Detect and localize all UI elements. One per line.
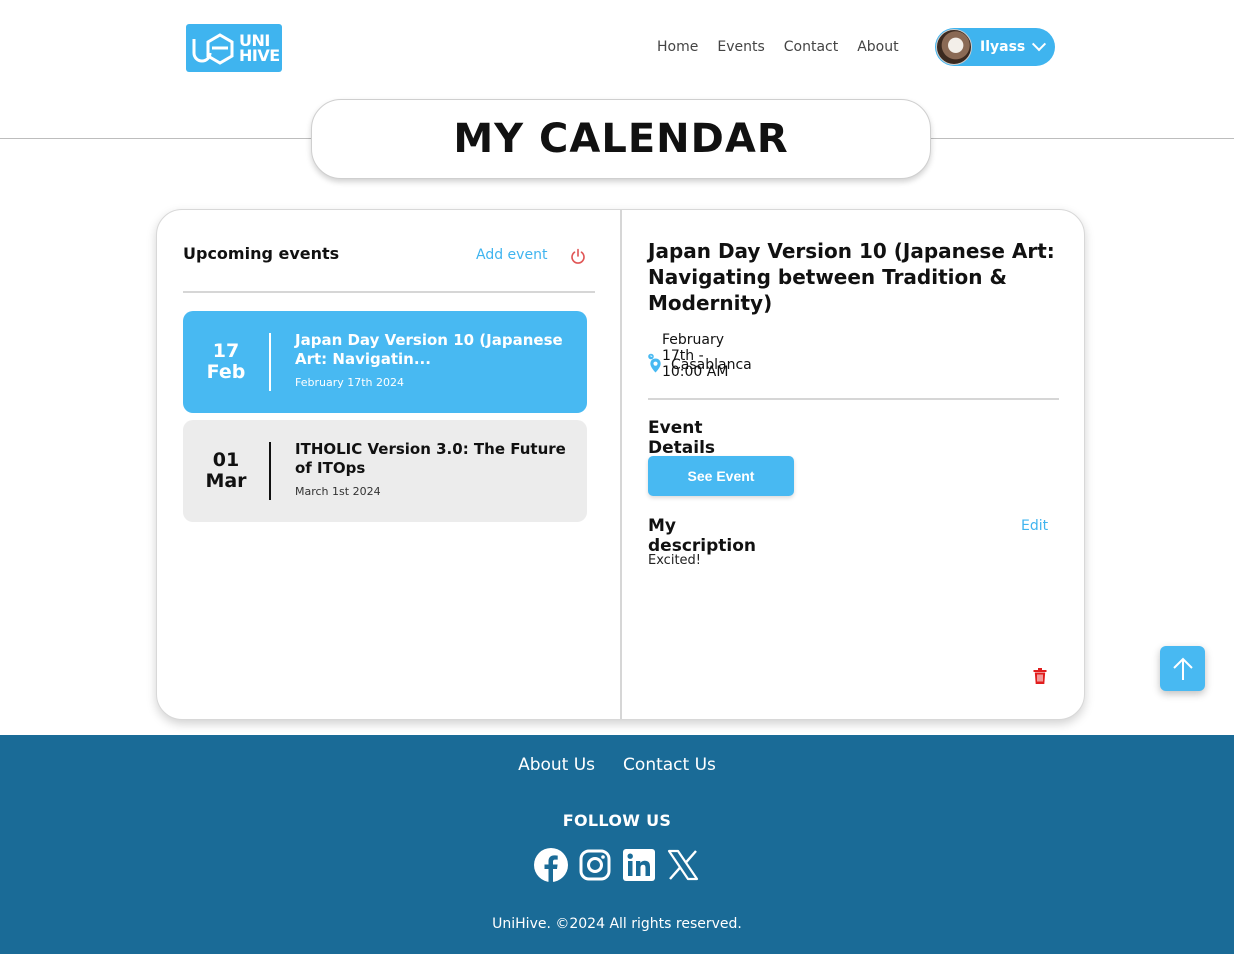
page-title: MY CALENDAR xyxy=(453,116,789,162)
description-text: Excited! xyxy=(648,553,701,568)
linkedin-icon[interactable] xyxy=(621,847,657,883)
avatar xyxy=(936,29,972,65)
left-separator xyxy=(183,291,595,293)
edit-description-link[interactable]: Edit xyxy=(1021,518,1048,534)
user-menu-button[interactable]: Ilyass xyxy=(935,28,1055,66)
x-icon[interactable] xyxy=(665,847,701,883)
event-full-date: February 17th 2024 xyxy=(295,376,405,389)
event-list-item[interactable]: 01 Mar ITHOLIC Version 3.0: The Future o… xyxy=(183,420,587,522)
event-details-heading: Event Details xyxy=(648,418,716,458)
facebook-icon[interactable] xyxy=(533,847,569,883)
instagram-icon[interactable] xyxy=(577,847,613,883)
event-date: 17 Feb xyxy=(183,311,269,413)
footer-contact-us[interactable]: Contact Us xyxy=(623,755,716,775)
location-pin-icon xyxy=(650,357,661,373)
copyright-text: UniHive. ©2024 All rights reserved. xyxy=(492,916,742,932)
event-title: Japan Day Version 10 (Japanese Art: Navi… xyxy=(295,331,563,368)
event-location: Casablanca xyxy=(671,357,752,373)
nav-home[interactable]: Home xyxy=(657,39,698,55)
arrow-up-icon xyxy=(1172,657,1193,680)
event-full-date: March 1st 2024 xyxy=(295,485,381,498)
scroll-to-top-button[interactable] xyxy=(1160,646,1205,691)
page: UNI HIVE Home Events Contact About Ilyas… xyxy=(0,0,1234,954)
nav-contact[interactable]: Contact xyxy=(784,39,838,55)
chevron-down-icon xyxy=(1032,37,1047,52)
logo-text-hive: HIVE xyxy=(239,46,280,65)
footer: About Us Contact Us FOLLOW US UniHive. ©… xyxy=(0,735,1234,954)
power-icon[interactable] xyxy=(570,248,586,264)
follow-us-label: FOLLOW US xyxy=(562,811,672,830)
upcoming-events-heading: Upcoming events xyxy=(183,244,340,263)
user-name: Ilyass xyxy=(980,39,1026,55)
detail-separator xyxy=(648,398,1059,400)
footer-about-us[interactable]: About Us xyxy=(518,755,595,775)
event-day: 17 xyxy=(212,340,240,362)
calendar-card: Upcoming events Add event 17 Feb Japan D… xyxy=(156,209,1085,720)
page-title-box: MY CALENDAR xyxy=(311,99,931,179)
nav-about[interactable]: About xyxy=(857,39,898,55)
event-date-divider xyxy=(269,333,271,391)
footer-links: About Us Contact Us xyxy=(0,755,1234,775)
event-month: Feb xyxy=(206,361,246,383)
nav-events[interactable]: Events xyxy=(717,39,764,55)
event-date: 01 Mar xyxy=(183,420,269,522)
event-list-item[interactable]: 17 Feb Japan Day Version 10 (Japanese Ar… xyxy=(183,311,587,413)
main-nav: Home Events Contact About xyxy=(657,28,918,66)
add-event-link[interactable]: Add event xyxy=(476,247,547,263)
event-month: Mar xyxy=(205,470,247,492)
event-detail-title: Japan Day Version 10 (Japanese Art: Navi… xyxy=(648,239,1055,315)
event-title: ITHOLIC Version 3.0: The Future of ITOps xyxy=(295,440,566,477)
event-day: 01 xyxy=(212,449,240,471)
unihive-logo[interactable]: UNI HIVE xyxy=(186,24,282,72)
see-event-button[interactable]: See Event xyxy=(648,456,794,496)
hive-logo-icon xyxy=(192,33,234,65)
social-links xyxy=(0,847,1234,883)
event-date-divider xyxy=(269,442,271,500)
event-location-row: Casablanca xyxy=(648,357,752,373)
trash-icon[interactable] xyxy=(1033,668,1047,684)
card-divider xyxy=(620,210,622,719)
my-description-heading: My description xyxy=(648,516,757,556)
